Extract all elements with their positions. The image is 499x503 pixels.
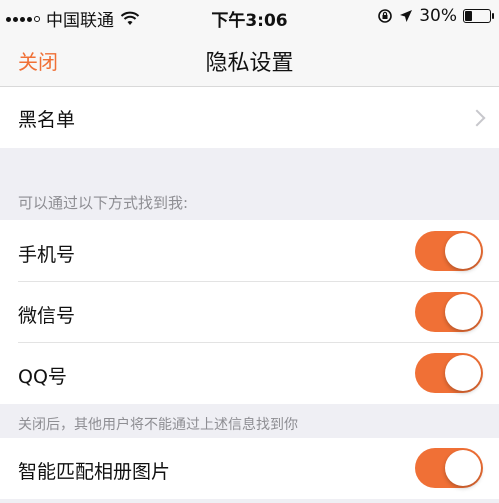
battery-icon xyxy=(463,9,494,23)
toggle-row-label-qq: QQ号 xyxy=(18,366,67,388)
chevron-right-icon xyxy=(468,109,486,127)
divider xyxy=(18,281,499,282)
location-arrow-icon xyxy=(400,10,413,22)
find-me-group: 手机号 微信号 QQ号 xyxy=(0,220,499,404)
smart-match-row: 智能匹配相册图片 xyxy=(0,438,499,499)
toggle-knob xyxy=(445,450,481,486)
smart-match-toggle[interactable] xyxy=(415,448,483,488)
section-header-find-me: 可以通过以下方式找到我: xyxy=(18,194,189,212)
toggle-row-label-wechat: 微信号 xyxy=(18,305,76,327)
status-bar: 中国联通 下午3:06 30% xyxy=(0,0,499,34)
phone-toggle[interactable] xyxy=(415,231,483,271)
wechat-id-toggle[interactable] xyxy=(415,292,483,332)
status-bar-right: 30% xyxy=(377,6,494,26)
nav-bar: 关闭 隐私设置 xyxy=(0,34,499,87)
orientation-lock-icon xyxy=(378,9,393,23)
toggle-knob xyxy=(445,294,481,330)
toggle-knob xyxy=(445,355,481,391)
blacklist-label: 黑名单 xyxy=(18,109,76,131)
divider xyxy=(18,342,499,343)
toggle-knob xyxy=(445,233,481,269)
smart-match-label: 智能匹配相册图片 xyxy=(18,461,171,483)
qq-toggle[interactable] xyxy=(415,353,483,393)
toggle-row-label-phone: 手机号 xyxy=(18,244,76,266)
blacklist-row[interactable]: 黑名单 xyxy=(0,87,499,148)
page-title: 隐私设置 xyxy=(205,51,294,76)
battery-percent: 30% xyxy=(419,6,457,26)
section-footer-note: 关闭后，其他用户将不能通过上述信息找到你 xyxy=(18,417,298,433)
battery-level xyxy=(465,11,472,21)
